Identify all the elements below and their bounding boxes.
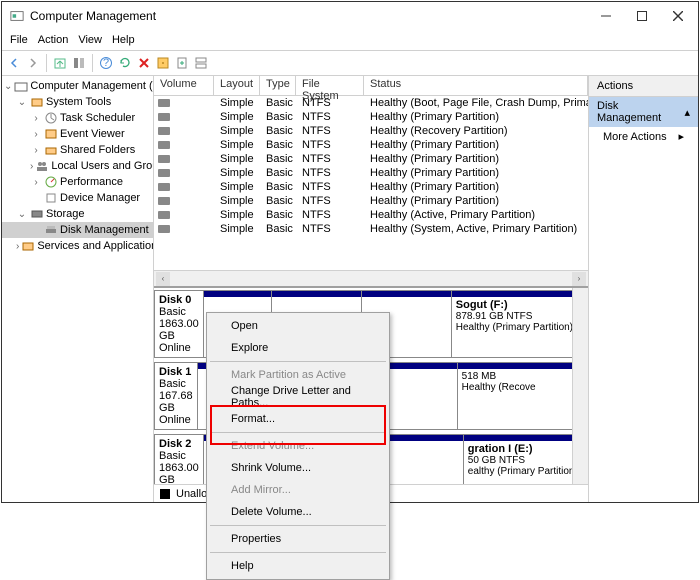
menu-action[interactable]: Action xyxy=(38,34,69,46)
tree-storage[interactable]: ⌄Storage xyxy=(2,206,153,222)
h-scrollbar[interactable]: ‹› xyxy=(154,270,588,286)
ctx-help[interactable]: Help xyxy=(209,555,387,577)
minimize-button[interactable] xyxy=(588,3,624,29)
show-hide-icon[interactable] xyxy=(71,55,87,71)
chevron-right-icon: ▸ xyxy=(678,130,684,143)
volume-list-header: Volume Layout Type File System Status xyxy=(154,76,588,96)
nav-tree: ⌄Computer Management (Local ⌄System Tool… xyxy=(2,76,154,502)
actions-more[interactable]: More Actions▸ xyxy=(589,127,698,146)
ctx-explore[interactable]: Explore xyxy=(209,337,387,359)
ctx-add-mirror: Add Mirror... xyxy=(209,479,387,501)
v-scrollbar[interactable] xyxy=(572,288,588,484)
volume-row[interactable]: SimpleBasicNTFSHealthy (Primary Partitio… xyxy=(154,152,588,166)
new-icon[interactable] xyxy=(174,55,190,71)
volume-row[interactable]: SimpleBasicNTFSHealthy (System, Active, … xyxy=(154,222,588,236)
tree-event-viewer[interactable]: ›Event Viewer xyxy=(2,126,153,142)
delete-icon[interactable] xyxy=(136,55,152,71)
partition[interactable]: 518 MBHealthy (Recove xyxy=(458,363,572,429)
volume-row[interactable]: SimpleBasicNTFSHealthy (Active, Primary … xyxy=(154,208,588,222)
volume-row[interactable]: SimpleBasicNTFSHealthy (Primary Partitio… xyxy=(154,110,588,124)
ctx-extend-volume: Extend Volume... xyxy=(209,435,387,457)
tree-shared-folders[interactable]: ›Shared Folders xyxy=(2,142,153,158)
up-icon[interactable] xyxy=(52,55,68,71)
menu-view[interactable]: View xyxy=(78,34,102,46)
help-icon[interactable]: ? xyxy=(98,55,114,71)
forward-icon[interactable] xyxy=(25,55,41,71)
col-status[interactable]: Status xyxy=(364,76,588,95)
tree-local-users[interactable]: ›Local Users and Groups xyxy=(2,158,153,174)
tree-system-tools[interactable]: ⌄System Tools xyxy=(2,94,153,110)
tree-disk-management[interactable]: Disk Management xyxy=(2,222,153,238)
volume-list: Volume Layout Type File System Status Si… xyxy=(154,76,588,286)
volume-row[interactable]: SimpleBasicNTFSHealthy (Primary Partitio… xyxy=(154,180,588,194)
app-icon xyxy=(10,9,24,23)
svg-text:?: ? xyxy=(103,57,109,69)
close-button[interactable] xyxy=(660,3,696,29)
tree-performance[interactable]: ›Performance xyxy=(2,174,153,190)
partition[interactable]: gration I (E:)50 GB NTFSealthy (Primary … xyxy=(464,435,572,484)
menu-file[interactable]: File xyxy=(10,34,28,46)
col-type[interactable]: Type xyxy=(260,76,296,95)
tree-task-scheduler[interactable]: ›Task Scheduler xyxy=(2,110,153,126)
tree-services-apps[interactable]: ›Services and Applications xyxy=(2,238,153,254)
partition[interactable]: Sogut (F:)878.91 GB NTFSHealthy (Primary… xyxy=(452,291,572,357)
actions-header: Actions xyxy=(589,76,698,97)
ctx-properties[interactable]: Properties xyxy=(209,528,387,550)
layout-icon[interactable] xyxy=(193,55,209,71)
col-filesystem[interactable]: File System xyxy=(296,76,364,95)
maximize-button[interactable] xyxy=(624,3,660,29)
disk-header[interactable]: Disk 1Basic167.68 GBOnline xyxy=(154,362,197,430)
collapse-icon: ▴ xyxy=(684,106,690,119)
tree-root[interactable]: ⌄Computer Management (Local xyxy=(2,78,153,94)
refresh-icon[interactable] xyxy=(117,55,133,71)
volume-row[interactable]: SimpleBasicNTFSHealthy (Primary Partitio… xyxy=(154,194,588,208)
ctx-change-letter[interactable]: Change Drive Letter and Paths... xyxy=(209,386,387,408)
volume-row[interactable]: SimpleBasicNTFSHealthy (Boot, Page File,… xyxy=(154,96,588,110)
tree-device-manager[interactable]: Device Manager xyxy=(2,190,153,206)
col-volume[interactable]: Volume xyxy=(154,76,214,95)
actions-selected[interactable]: Disk Management▴ xyxy=(589,97,698,127)
volume-row[interactable]: SimpleBasicNTFSHealthy (Primary Partitio… xyxy=(154,166,588,180)
col-layout[interactable]: Layout xyxy=(214,76,260,95)
titlebar: Computer Management xyxy=(2,2,698,30)
window-title: Computer Management xyxy=(30,9,156,23)
ctx-open[interactable]: Open xyxy=(209,315,387,337)
context-menu: Open Explore Mark Partition as Active Ch… xyxy=(206,312,390,580)
ctx-delete-volume[interactable]: Delete Volume... xyxy=(209,501,387,523)
ctx-mark-active: Mark Partition as Active xyxy=(209,364,387,386)
volume-row[interactable]: SimpleBasicNTFSHealthy (Primary Partitio… xyxy=(154,138,588,152)
toolbar: ? xyxy=(2,50,698,76)
menubar: File Action View Help xyxy=(2,30,698,50)
legend-swatch-unallocated xyxy=(160,489,170,499)
disk-header[interactable]: Disk 2Basic1863.00 GBOnline xyxy=(154,434,203,484)
volume-row[interactable]: SimpleBasicNTFSHealthy (Recovery Partiti… xyxy=(154,124,588,138)
disk-header[interactable]: Disk 0Basic1863.00 GBOnline xyxy=(154,290,203,358)
properties-icon[interactable] xyxy=(155,55,171,71)
actions-pane: Actions Disk Management▴ More Actions▸ xyxy=(588,76,698,502)
ctx-format[interactable]: Format... xyxy=(209,408,387,430)
back-icon[interactable] xyxy=(6,55,22,71)
ctx-shrink-volume[interactable]: Shrink Volume... xyxy=(209,457,387,479)
menu-help[interactable]: Help xyxy=(112,34,135,46)
